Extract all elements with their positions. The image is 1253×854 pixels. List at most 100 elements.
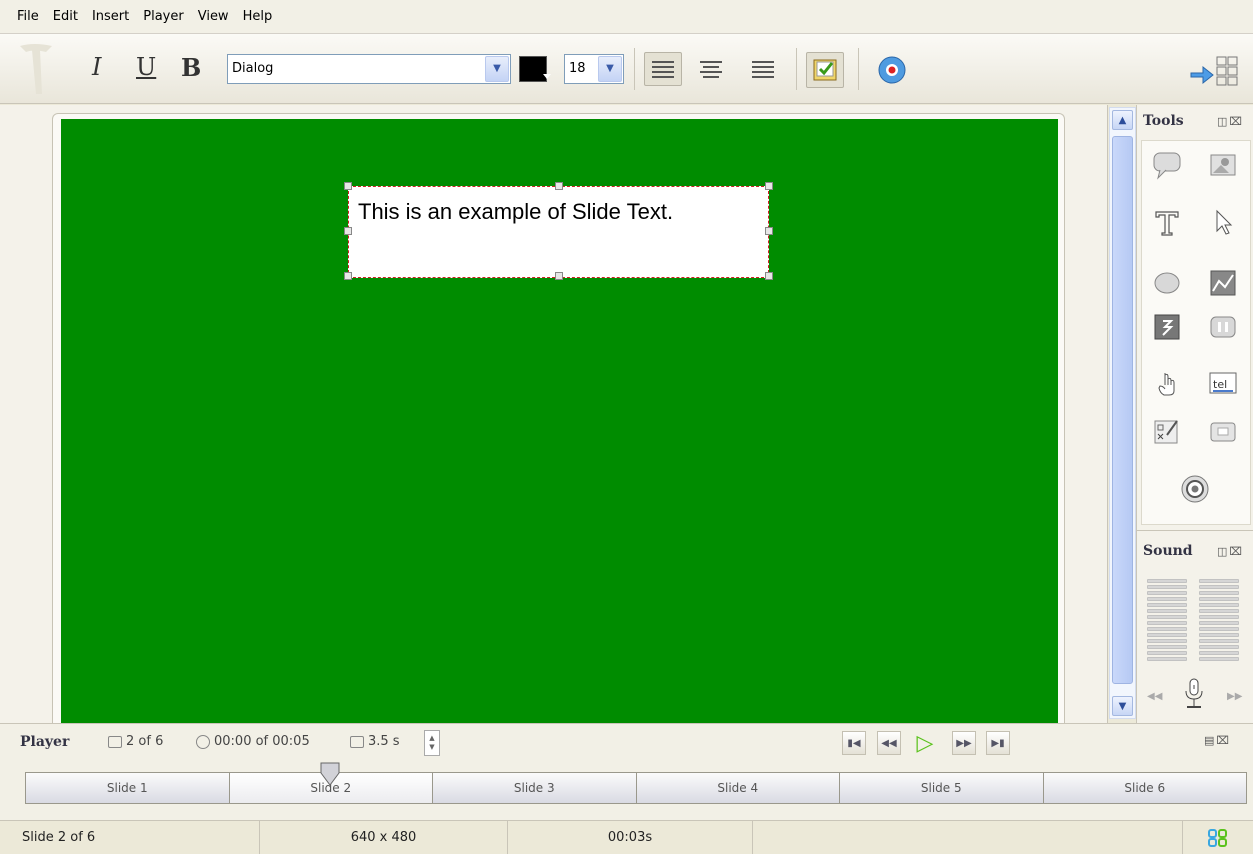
microphone-icon[interactable] [1183, 677, 1205, 711]
flash-tool[interactable] [1151, 311, 1183, 343]
scroll-thumb[interactable] [1112, 136, 1133, 684]
first-slide-button[interactable]: ▮◀ [842, 731, 866, 755]
panel-dock-close-icons[interactable]: ◫⌧ [1217, 115, 1244, 128]
resize-handle-s[interactable] [555, 272, 563, 280]
text-color-picker[interactable] [519, 54, 555, 84]
resize-handle-n[interactable] [555, 182, 563, 190]
panel-dock-close-icons[interactable]: ◫⌧ [1217, 545, 1244, 558]
rewind-sound-icon[interactable]: ◀◀ [1147, 691, 1162, 702]
panel-restore-close-icons[interactable]: ▤⌧ [1204, 734, 1231, 747]
slide-tab-4[interactable]: Slide 4 [637, 773, 840, 803]
menu-help[interactable]: Help [236, 9, 280, 24]
menu-view[interactable]: View [191, 9, 236, 24]
chevron-down-icon[interactable]: ▼ [598, 56, 622, 82]
status-grid[interactable] [1183, 821, 1253, 854]
resize-handle-ne[interactable] [765, 182, 773, 190]
resize-handle-se[interactable] [765, 272, 773, 280]
font-size-select[interactable]: 18 ▼ [564, 54, 624, 84]
slide-tab-1[interactable]: Slide 1 [26, 773, 230, 803]
slide-tab-6[interactable]: Slide 6 [1044, 773, 1247, 803]
record-button[interactable] [876, 54, 908, 86]
callout-tool[interactable] [1151, 149, 1183, 181]
record-disc-icon [878, 56, 906, 84]
slide-tab-5[interactable]: Slide 5 [840, 773, 1044, 803]
input-box-icon [1210, 422, 1236, 442]
button-tool[interactable] [1207, 311, 1239, 343]
slide-icon [108, 735, 122, 748]
resize-handle-sw[interactable] [344, 272, 352, 280]
speech-bubble-icon [1153, 152, 1181, 180]
forward-sound-icon[interactable]: ▶▶ [1227, 691, 1242, 702]
text-tool-watermark-icon [20, 44, 52, 94]
pointing-hand-icon [1158, 373, 1175, 396]
quiz-tool[interactable] [1151, 415, 1183, 447]
slide-position-text: 2 of 6 [126, 734, 164, 749]
slide-tabs: Slide 1 Slide 2 Slide 3 Slide 4 Slide 5 … [25, 772, 1247, 804]
svg-text:tel: tel [1213, 378, 1227, 391]
font-family-value: Dialog [232, 61, 274, 76]
menu-player[interactable]: Player [136, 9, 190, 24]
slide-strip: Slide 1 Slide 2 Slide 3 Slide 4 Slide 5 … [0, 761, 1253, 821]
time-position-text: 00:00 of 00:05 [214, 734, 310, 749]
preview-button[interactable] [806, 52, 844, 88]
align-line [700, 70, 722, 73]
resize-handle-e[interactable] [765, 227, 773, 235]
italic-button[interactable]: I [92, 53, 101, 81]
player-bar: Player 2 of 6 00:00 of 00:05 3.5 s ▲ ▼ ▮◀… [0, 723, 1253, 761]
text-field-icon: tel [1209, 372, 1237, 394]
record-area-tool[interactable] [1179, 473, 1211, 505]
align-right-button[interactable] [744, 52, 782, 86]
resize-handle-nw[interactable] [344, 182, 352, 190]
slide-tab-3[interactable]: Slide 3 [433, 773, 637, 803]
slide-duration[interactable]: 3.5 s [350, 734, 400, 749]
grid-layout-icon [1208, 828, 1227, 847]
font-family-select[interactable]: Dialog ▼ [227, 54, 511, 84]
align-left-icon [652, 60, 674, 63]
duration-stepper[interactable]: ▲ ▼ [424, 730, 440, 756]
image-tool[interactable] [1207, 149, 1239, 181]
select-tool[interactable] [1207, 207, 1239, 239]
menu-insert[interactable]: Insert [85, 9, 136, 24]
play-button[interactable]: ▷ [910, 731, 940, 756]
align-line [652, 70, 674, 73]
scroll-up-button[interactable]: ▲ [1112, 110, 1133, 130]
status-bar: Slide 2 of 6 640 x 480 00:03s [0, 821, 1253, 854]
rewind-button[interactable]: ◀◀ [877, 731, 901, 755]
tools-panel-title: Tools [1143, 113, 1184, 129]
slide-text-box[interactable]: This is an example of Slide Text. [344, 182, 773, 280]
chart-tool[interactable] [1207, 267, 1239, 299]
resize-handle-w[interactable] [344, 227, 352, 235]
scroll-down-button[interactable]: ▼ [1112, 696, 1133, 716]
layout-toggle-button[interactable] [1186, 52, 1242, 88]
align-center-button[interactable] [692, 52, 730, 86]
align-line [752, 75, 774, 78]
align-center-icon [700, 60, 722, 63]
toolbar-divider [796, 48, 797, 90]
playhead-marker-icon[interactable] [318, 761, 342, 787]
fast-forward-button[interactable]: ▶▶ [952, 731, 976, 755]
text-tool[interactable] [1151, 207, 1183, 239]
click-zone-tool[interactable] [1151, 367, 1183, 399]
menu-file[interactable]: File [10, 9, 46, 24]
sound-panel: Sound ◫⌧ ◀◀ ▶▶ [1136, 530, 1253, 723]
input-box-tool[interactable] [1207, 415, 1239, 447]
status-slide: Slide 2 of 6 [0, 821, 260, 854]
align-left-button[interactable] [644, 52, 682, 86]
underline-button[interactable]: U [136, 53, 156, 81]
duration-icon [350, 735, 364, 748]
bold-button[interactable]: B [181, 53, 201, 82]
shape-tool[interactable] [1151, 267, 1183, 299]
last-slide-button[interactable]: ▶▮ [986, 731, 1010, 755]
text-field-tool[interactable]: tel [1207, 367, 1239, 399]
slide-text[interactable]: This is an example of Slide Text. [358, 199, 673, 225]
vertical-scrollbar[interactable]: ▲ ▼ [1109, 107, 1136, 719]
chevron-down-icon[interactable]: ▼ [485, 56, 509, 82]
layout-arrow-icon [1190, 56, 1238, 86]
volume-meter-right [1199, 579, 1239, 669]
cursor-arrow-icon [1216, 209, 1233, 235]
picture-icon [1210, 154, 1236, 176]
menu-edit[interactable]: Edit [46, 9, 85, 24]
align-line [752, 65, 774, 68]
status-empty [753, 821, 1183, 854]
tools-panel: Tools ◫⌧ tel [1136, 105, 1253, 530]
